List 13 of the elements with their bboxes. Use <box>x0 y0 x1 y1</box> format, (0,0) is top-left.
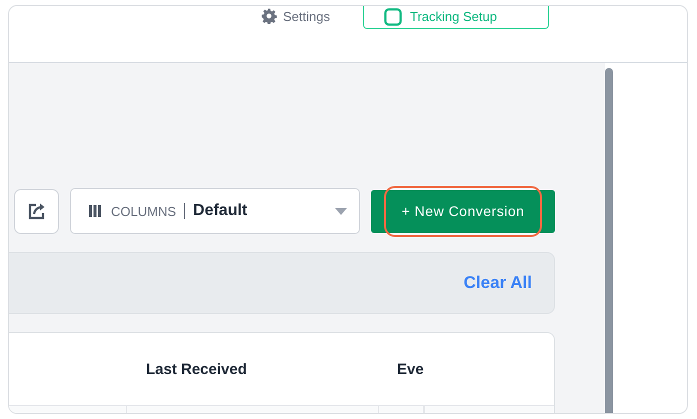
share-button[interactable] <box>14 188 59 234</box>
gear-icon <box>261 8 277 24</box>
columns-icon <box>87 204 103 218</box>
tracking-setup-button[interactable]: Tracking Setup <box>362 6 549 29</box>
clear-all-link[interactable]: Clear All <box>464 273 532 293</box>
column-header: Eve <box>397 360 424 378</box>
checkbox-icon <box>384 8 402 26</box>
share-icon <box>26 201 46 221</box>
columns-dropdown[interactable]: COLUMNS Default <box>70 188 360 234</box>
column-header: Last Received <box>146 360 248 378</box>
settings-link[interactable]: Settings <box>283 8 330 24</box>
caret-icon <box>335 208 347 214</box>
new-conversion-button[interactable]: + New Conversion <box>371 190 555 232</box>
